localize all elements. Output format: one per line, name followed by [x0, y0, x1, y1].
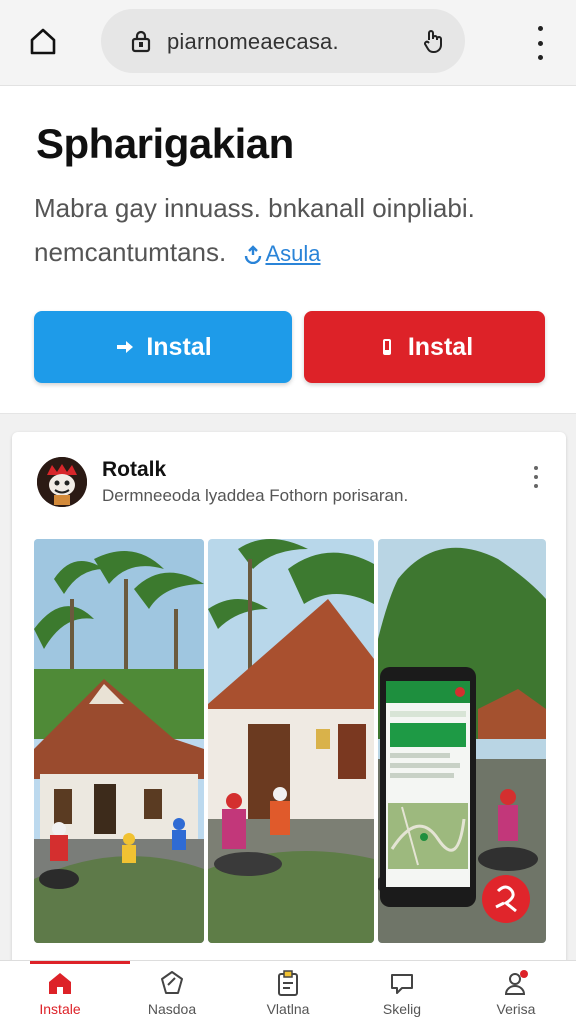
nav-item-skelig[interactable]: Skelig: [352, 969, 452, 1021]
url-text: piarnomeaecasa.: [167, 29, 339, 54]
install-button-secondary[interactable]: Instal: [304, 311, 545, 383]
nav-item-nasdoa[interactable]: Nasdoa: [122, 969, 222, 1021]
bottom-nav: Instale Nasdoa Vlatlna Skelig Verisa: [0, 960, 576, 1024]
lock-icon: [131, 30, 151, 53]
nav-label: Skelig: [382, 1001, 422, 1017]
phone-map-app-photo[interactable]: [378, 539, 546, 943]
house-scooters-photo[interactable]: [208, 539, 374, 943]
address-bar[interactable]: piarnomeaecasa.: [101, 9, 465, 73]
nav-item-vlatlna[interactable]: Vlatlna: [238, 969, 338, 1021]
card-subtitle: Dermneeoda lyaddea Fothorn porisaran.: [102, 486, 409, 505]
home-button[interactable]: [24, 24, 62, 58]
clipboard-icon: [278, 970, 298, 996]
photo-gallery: [34, 539, 546, 943]
phone-icon: [382, 339, 391, 355]
home-icon: [30, 28, 56, 55]
browser-toolbar: piarnomeaecasa.: [0, 0, 576, 86]
nav-item-instale[interactable]: Instale: [10, 969, 110, 1021]
nav-item-verisa[interactable]: Verisa: [466, 969, 566, 1021]
chat-icon: [391, 974, 413, 994]
tag-icon: [161, 971, 183, 994]
nav-label: Instale: [39, 1001, 81, 1017]
post-card: Rotalk Dermneeoda lyaddea Fothorn porisa…: [12, 432, 566, 972]
hero-description: Mabra gay innuass. bnkanall oinpliabi. n…: [34, 186, 534, 276]
install-primary-label: Instal: [146, 332, 212, 361]
nav-label: Nasdoa: [147, 1001, 197, 1017]
link-arrow-icon: [245, 245, 262, 264]
avatar[interactable]: [37, 457, 87, 507]
hero-section: Spharigakian Mabra gay innuass. bnkanall…: [0, 86, 576, 414]
home-icon: [49, 973, 71, 994]
link-label: Asula: [265, 241, 321, 266]
description-link[interactable]: Asula: [243, 241, 321, 266]
install-secondary-label: Instal: [407, 332, 474, 361]
card-author-name[interactable]: Rotalk: [102, 458, 166, 482]
page-title: Spharigakian: [36, 120, 294, 167]
village-house-palms-photo[interactable]: [34, 539, 204, 943]
install-button-primary[interactable]: Instal: [34, 311, 292, 383]
arrow-right-icon: [117, 341, 134, 353]
nav-label: Vlatlna: [266, 1001, 310, 1017]
card-more-icon[interactable]: [532, 466, 540, 488]
active-tab-indicator: [30, 961, 130, 964]
share-icon[interactable]: [421, 27, 449, 55]
mascot-avatar-icon: [37, 457, 87, 507]
more-vert-icon[interactable]: [530, 26, 550, 60]
nav-label: Verisa: [496, 1001, 536, 1017]
profile-icon: [504, 970, 528, 995]
